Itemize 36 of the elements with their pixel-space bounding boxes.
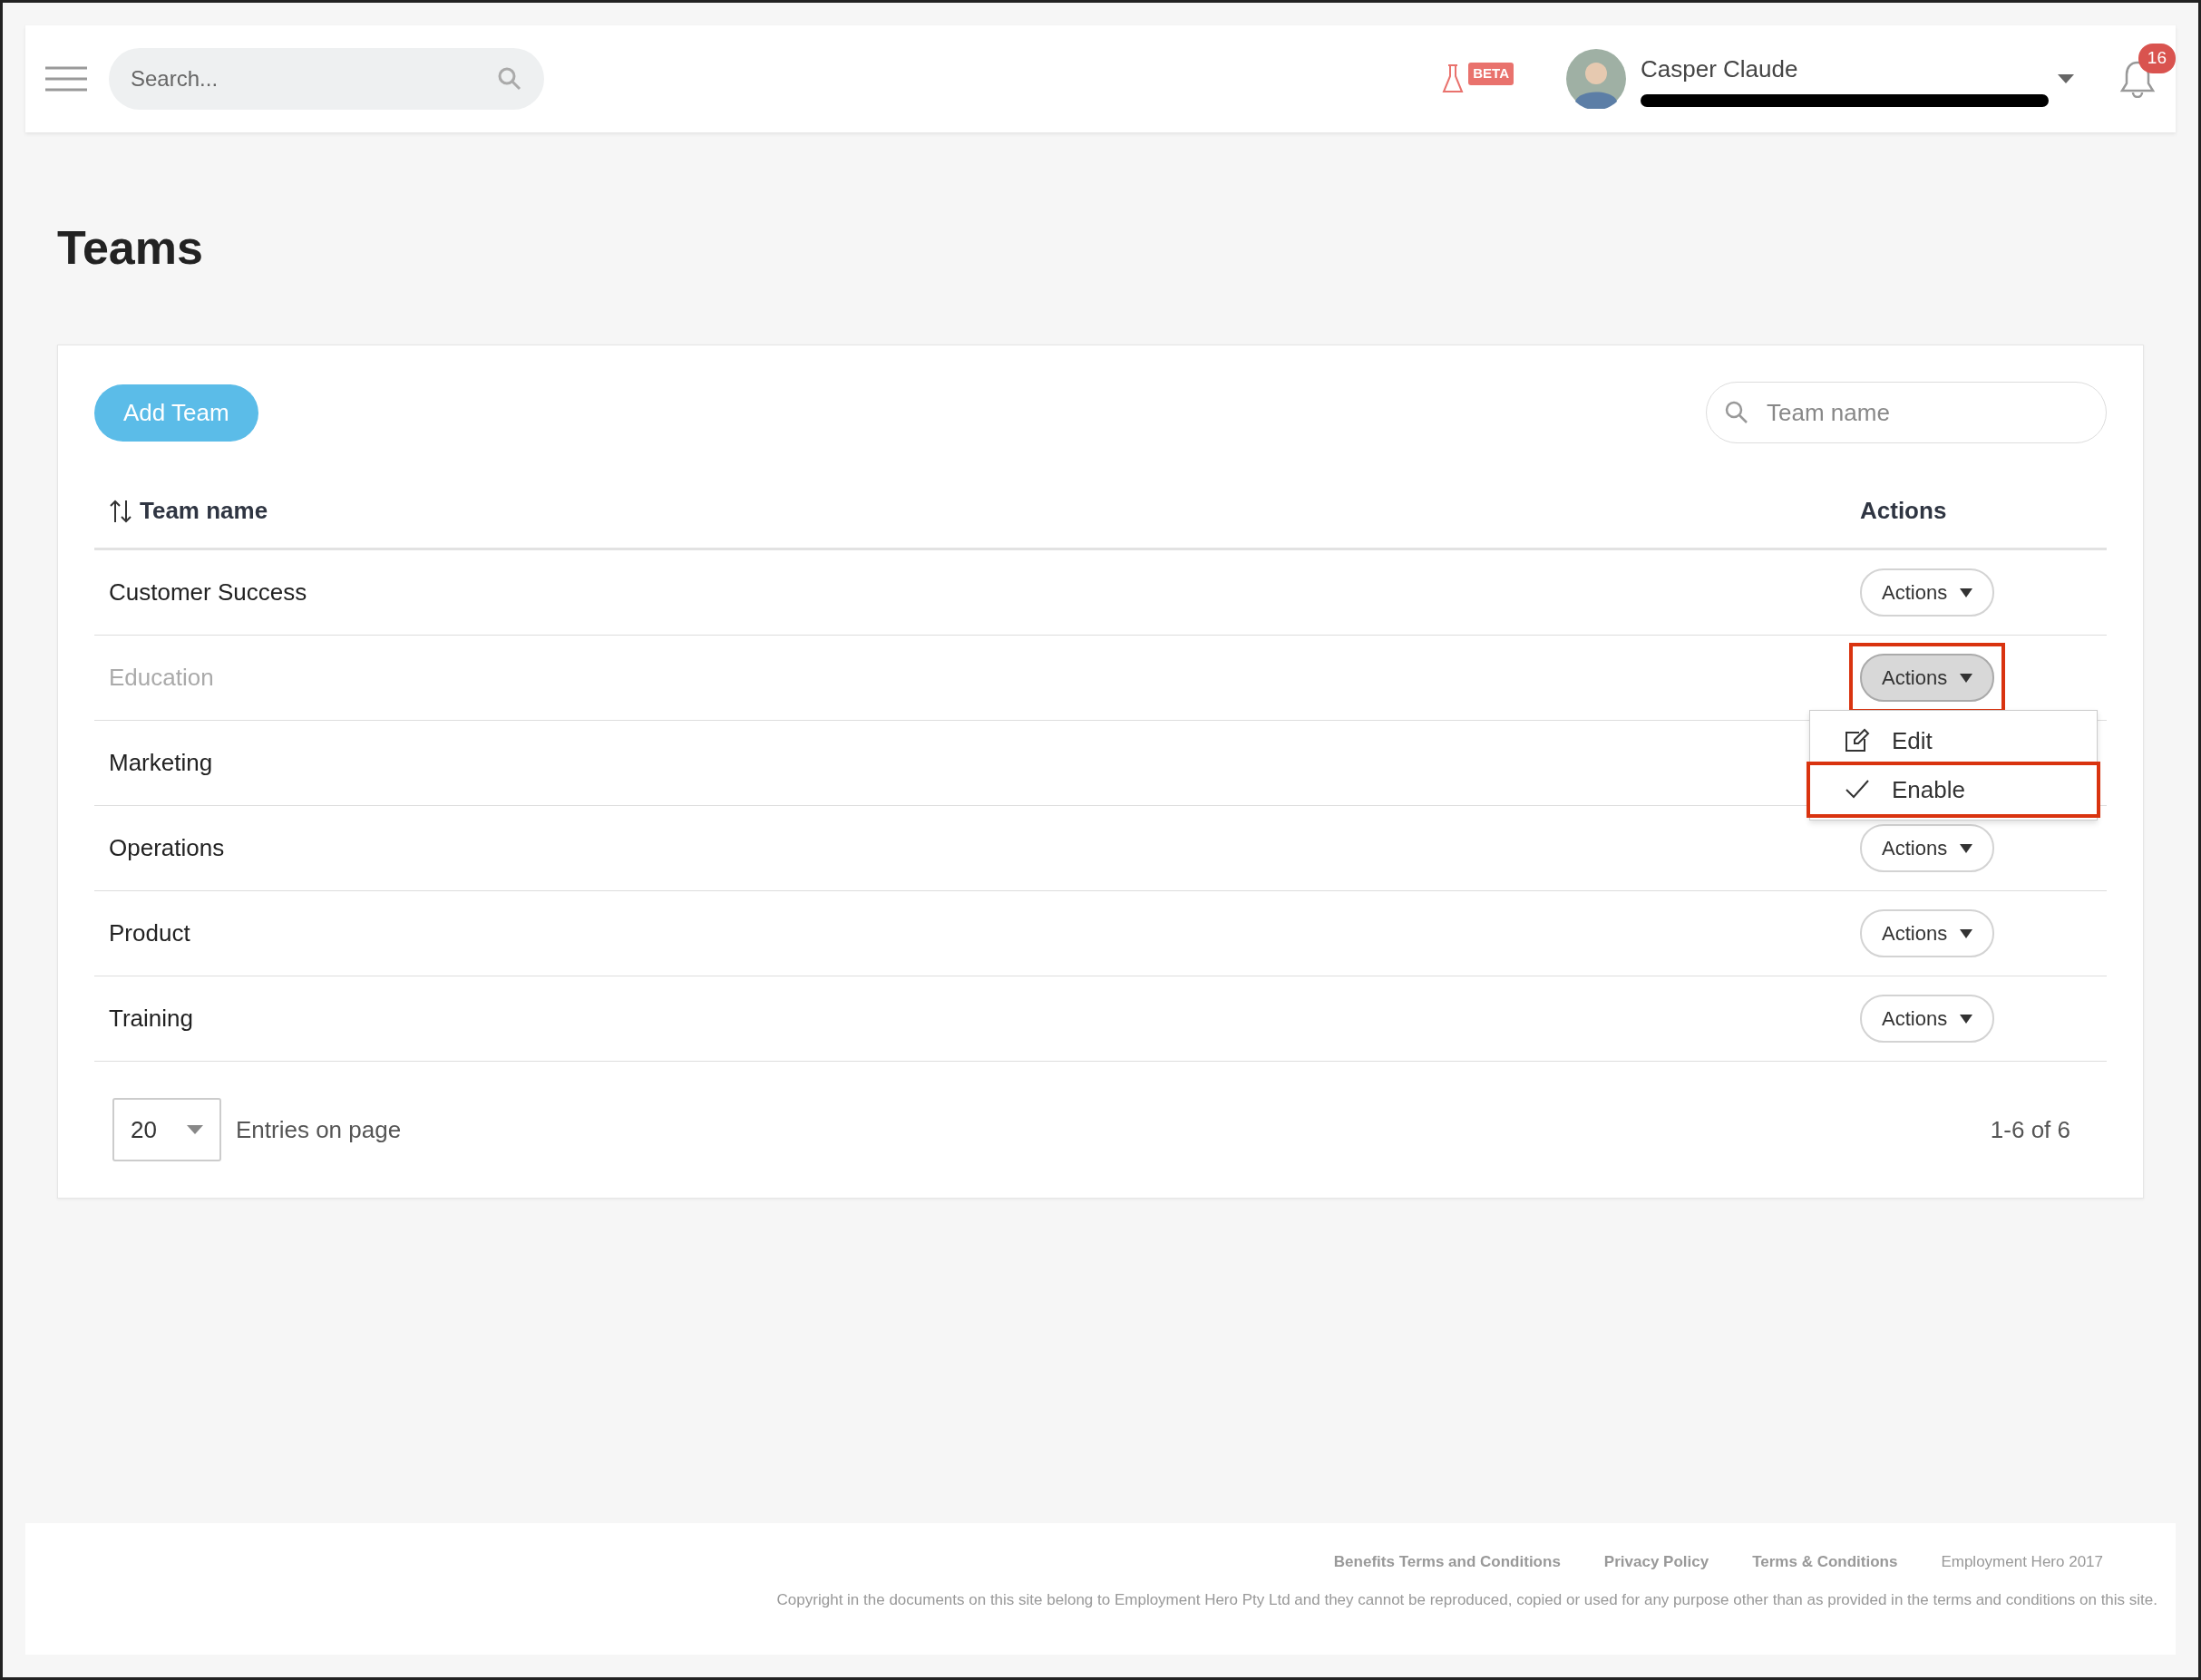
caret-icon xyxy=(1960,673,1973,683)
flask-icon[interactable] xyxy=(1441,63,1466,95)
caret-icon xyxy=(1960,843,1973,853)
page-range: 1-6 of 6 xyxy=(1990,1114,2070,1145)
actions-dropdown-button[interactable]: Actions xyxy=(1860,909,1995,958)
page-size-select[interactable]: 20 xyxy=(112,1098,221,1162)
caret-icon xyxy=(1960,928,1973,938)
caret-icon xyxy=(1960,588,1973,597)
edit-icon xyxy=(1845,728,1870,754)
team-filter-field[interactable]: Team name xyxy=(1706,382,2107,444)
copyright-text: Copyright in the documents on this site belong to Employment Hero Pty Ltd and they cannot be reproduced, copied or used for any purpose other than as provided in the terms and conditions on this site. xyxy=(776,1589,2157,1610)
footer-brand: Employment Hero 2017 xyxy=(1941,1552,2103,1572)
actions-dropdown-button[interactable]: Actions xyxy=(1860,995,1995,1044)
team-name: Training xyxy=(109,1005,193,1033)
notification-badge: 16 xyxy=(2138,44,2176,73)
column-header: Actions xyxy=(1860,496,1947,527)
actions-dropdown-button[interactable]: Actions xyxy=(1860,824,1995,873)
team-name: Education xyxy=(109,664,214,692)
avatar[interactable] xyxy=(1566,49,1626,109)
caret-icon xyxy=(1960,1014,1973,1024)
user-name: Casper Claude xyxy=(1641,53,1799,84)
caret-icon xyxy=(187,1125,203,1135)
caret-icon[interactable] xyxy=(2058,74,2074,83)
team-name: Customer Success xyxy=(109,578,307,607)
actions-dropdown-button[interactable]: Actions xyxy=(1860,568,1995,617)
team-name: Product xyxy=(109,919,190,947)
page-title: Teams xyxy=(57,220,204,276)
menu-icon[interactable] xyxy=(45,65,87,92)
sortable-column-header[interactable]: Team name xyxy=(140,493,268,529)
search-icon[interactable] xyxy=(497,66,522,92)
entries-label: Entries on page xyxy=(236,1114,402,1145)
team-name: Marketing xyxy=(109,749,213,777)
search-field[interactable]: Search... xyxy=(109,48,544,110)
team-name: Operations xyxy=(109,834,225,862)
beta-badge: BETA xyxy=(1468,63,1514,85)
sort-icon[interactable] xyxy=(109,498,132,524)
